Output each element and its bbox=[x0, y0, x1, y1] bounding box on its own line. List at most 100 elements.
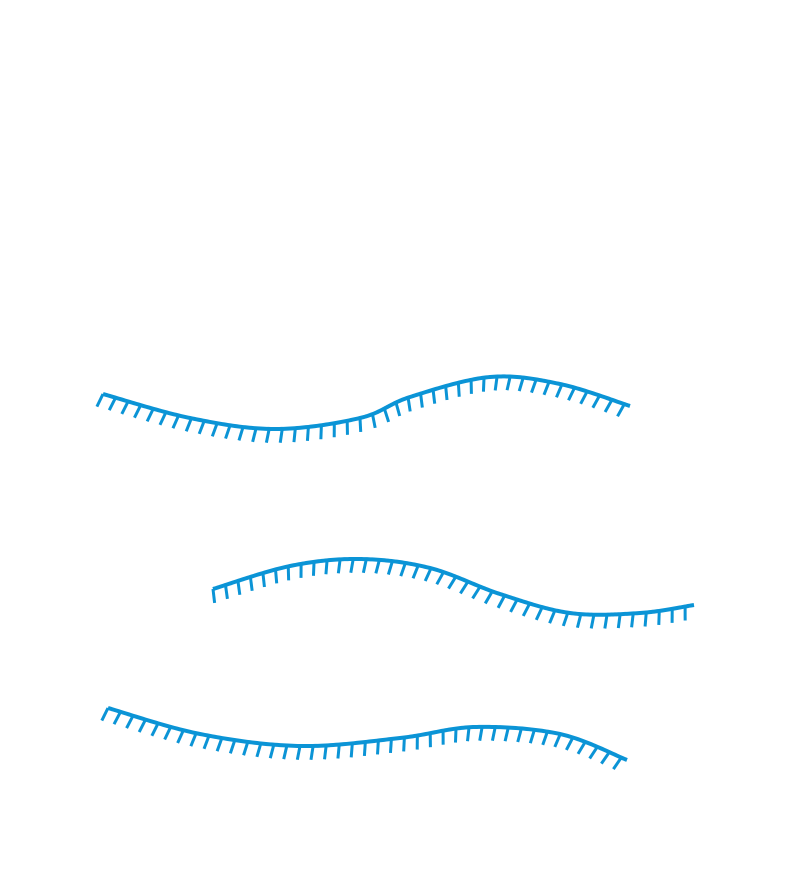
hatch-tick bbox=[382, 408, 391, 423]
hatch-tick bbox=[588, 745, 599, 760]
hatch-tick bbox=[447, 575, 458, 590]
drawing-canvas bbox=[95, 374, 696, 770]
hatch-tick bbox=[555, 383, 564, 398]
hatch-tick bbox=[215, 737, 224, 752]
hatch-tick bbox=[361, 558, 368, 574]
hatch-tick bbox=[505, 376, 512, 391]
hatch-tick bbox=[509, 598, 519, 613]
hatch-tick bbox=[493, 376, 499, 391]
hatch-tick bbox=[305, 426, 310, 442]
hatch-tick bbox=[565, 736, 575, 751]
hatch-tick bbox=[95, 393, 105, 408]
hatch-tick bbox=[319, 425, 323, 440]
hatch-tick bbox=[528, 729, 536, 744]
hatch-tick bbox=[255, 743, 263, 758]
curve-line bbox=[102, 374, 632, 431]
hatch-tick bbox=[184, 417, 193, 432]
hatch-tick bbox=[459, 580, 470, 595]
hatch-tick bbox=[411, 564, 420, 579]
hatch-tick bbox=[311, 561, 316, 576]
hatch-tick bbox=[541, 731, 549, 746]
hatch-tick bbox=[362, 741, 367, 757]
hatch-tick bbox=[431, 389, 437, 404]
hatch-tick bbox=[176, 729, 185, 744]
hatch-tick bbox=[423, 567, 433, 582]
hatch-tick bbox=[100, 707, 110, 722]
hatch-tick bbox=[107, 397, 117, 411]
hatch-tick bbox=[120, 400, 130, 415]
hatch-tick bbox=[616, 403, 626, 418]
hatch-tick bbox=[542, 381, 551, 396]
hatch-tick bbox=[236, 580, 242, 595]
hatch-tick bbox=[223, 584, 229, 600]
hatch-tick bbox=[521, 602, 531, 617]
hatch-tick bbox=[406, 397, 412, 412]
hatch-tick bbox=[237, 426, 245, 441]
hatched-wave-curve-bottom bbox=[100, 706, 629, 770]
hatch-tick bbox=[210, 422, 219, 437]
hatch-tick bbox=[567, 386, 576, 401]
hatch-tick bbox=[251, 427, 258, 443]
hatch-tick bbox=[503, 727, 510, 742]
hatch-tick bbox=[575, 613, 583, 629]
hatch-tick bbox=[579, 390, 589, 405]
hatch-tick bbox=[534, 606, 544, 621]
hatch-tick bbox=[603, 614, 609, 629]
hatch-tick bbox=[374, 559, 381, 574]
hatch-tick bbox=[189, 732, 198, 747]
hatch-tick bbox=[453, 728, 458, 743]
hatch-tick bbox=[112, 711, 122, 725]
hatch-tick bbox=[349, 558, 355, 574]
hatch-tick bbox=[419, 393, 424, 408]
hatch-tick bbox=[150, 722, 160, 737]
hatch-tick bbox=[471, 585, 482, 600]
hatch-tick bbox=[496, 594, 507, 609]
hatch-tick bbox=[517, 377, 525, 392]
hatch-tick bbox=[261, 572, 266, 588]
hatch-tick bbox=[163, 726, 173, 741]
hatch-tick bbox=[591, 394, 601, 409]
hatch-tick bbox=[589, 614, 596, 629]
hatch-tick bbox=[435, 571, 445, 586]
hatch-tick bbox=[402, 737, 406, 752]
hatch-tick bbox=[228, 739, 237, 754]
curve-line bbox=[212, 556, 696, 617]
hatch-tick bbox=[324, 560, 329, 575]
hatch-tick bbox=[490, 726, 497, 742]
hatch-tick bbox=[242, 741, 250, 756]
hatch-tick bbox=[394, 402, 402, 417]
hatch-tick bbox=[481, 377, 486, 392]
hatch-tick bbox=[388, 738, 393, 754]
wave-curves-group bbox=[95, 374, 696, 770]
hatch-tick bbox=[630, 613, 635, 628]
hatch-tick bbox=[444, 385, 449, 401]
hatch-tick bbox=[211, 588, 217, 604]
hatch-tick bbox=[376, 740, 380, 755]
hatched-wave-curve-top bbox=[95, 374, 632, 443]
hatch-tick bbox=[197, 420, 206, 435]
hatch-tick bbox=[202, 735, 211, 750]
hatch-tick bbox=[278, 428, 284, 443]
hatch-tick bbox=[133, 404, 143, 419]
hatch-tick bbox=[616, 613, 622, 629]
hatch-tick bbox=[171, 414, 180, 429]
hatch-tick bbox=[456, 382, 461, 397]
hatch-tick bbox=[399, 562, 407, 577]
curve-line bbox=[107, 706, 629, 762]
hatched-wave-curve-middle bbox=[211, 556, 696, 629]
hatch-tick bbox=[516, 728, 523, 743]
hatch-tick bbox=[603, 399, 614, 413]
hatch-tick bbox=[125, 715, 135, 729]
hatch-tick bbox=[548, 609, 557, 624]
hatch-tick bbox=[612, 756, 623, 770]
hatch-tick bbox=[292, 428, 297, 443]
hatch-tick bbox=[137, 718, 147, 733]
hatch-tick bbox=[371, 413, 377, 429]
hatch-tick bbox=[466, 727, 471, 742]
hatch-tick bbox=[295, 745, 302, 761]
hatch-tick bbox=[145, 408, 155, 423]
hatch-tick bbox=[349, 743, 354, 758]
hatch-tick bbox=[600, 751, 611, 765]
hatch-tick bbox=[643, 612, 648, 627]
hatch-tick bbox=[561, 612, 570, 627]
